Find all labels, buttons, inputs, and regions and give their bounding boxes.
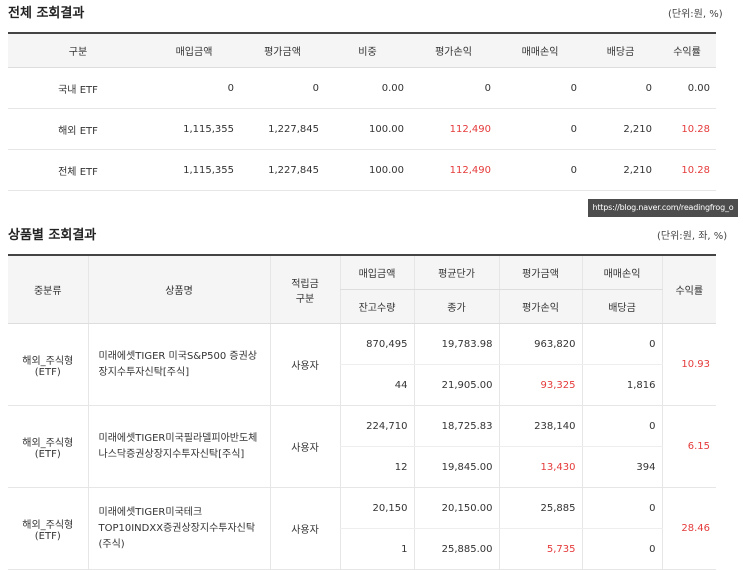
- return-rate: 10.28: [658, 108, 716, 150]
- detail-header-row: 중분류 상품명 적립금 구분 매입금액 평균단가 평가금액 매매손익 수익률: [8, 255, 716, 324]
- return-rate: 10.28: [658, 149, 716, 191]
- buy-amount: 224,710: [339, 405, 414, 447]
- row-label: 해외 ETF: [8, 108, 148, 150]
- header-buy-amount: 매입금액: [339, 255, 414, 290]
- eval-pl: 93,325: [498, 364, 582, 406]
- detail-title: 상품별 조회결과: [8, 228, 97, 243]
- weight: 100.00: [325, 108, 410, 150]
- table-row: 해외_주식형(ETF) 미래에셋TIGER미국필라델피아반도체나스닥증권상장지수…: [8, 405, 716, 488]
- trade-pl: 0: [581, 405, 662, 447]
- dividend: 2,210: [583, 149, 658, 191]
- close-price: 19,845.00: [413, 446, 499, 488]
- table-row: 국내 ETF 0 0 0.00 0 0 0 0.00: [8, 67, 716, 109]
- return-rate: 6.15: [661, 405, 716, 488]
- balance-qty: 12: [339, 446, 414, 488]
- eval-pl: 13,430: [498, 446, 582, 488]
- eval-amount: 238,140: [498, 405, 582, 447]
- buy-amount: 1,115,355: [148, 108, 240, 150]
- header-dividend: 배당금: [581, 289, 662, 324]
- summary-header: 비중: [325, 33, 410, 68]
- return-rate: 10.93: [661, 323, 716, 406]
- table-row: 해외 ETF 1,115,355 1,227,845 100.00 112,49…: [8, 108, 716, 150]
- avg-price: 19,783.98: [413, 323, 499, 365]
- table-row: 해외_주식형(ETF) 미래에셋TIGER 미국S&P500 증권상장지수투자신…: [8, 323, 716, 406]
- trade-pl: 0: [497, 149, 583, 191]
- category: 해외_주식형(ETF): [8, 487, 88, 570]
- dividend: 0: [583, 67, 658, 109]
- header-category: 중분류: [8, 255, 88, 324]
- dividend: 0: [581, 528, 662, 570]
- detail-unit: (단위:원, 좌, %): [657, 231, 728, 242]
- header-eval-amount: 평가금액: [498, 255, 582, 290]
- header-trade-pl: 매매손익: [581, 255, 662, 290]
- table-row: 전체 ETF 1,115,355 1,227,845 100.00 112,49…: [8, 149, 716, 191]
- eval-pl: 112,490: [410, 149, 497, 191]
- header-close-price: 종가: [413, 289, 499, 324]
- close-price: 25,885.00: [413, 528, 499, 570]
- category: 해외_주식형(ETF): [8, 405, 88, 488]
- dividend: 2,210: [583, 108, 658, 150]
- buy-amount: 1,115,355: [148, 149, 240, 191]
- eval-amount: 25,885: [498, 487, 582, 529]
- summary-header-row: 구분 매입금액 평가금액 비중 평가손익 매매손익 배당금 수익률: [8, 33, 716, 68]
- row-label: 전체 ETF: [8, 149, 148, 191]
- summary-header: 매입금액: [148, 33, 240, 68]
- summary-header: 구분: [8, 33, 148, 68]
- header-accum-type: 적립금 구분: [269, 255, 340, 324]
- buy-amount: 870,495: [339, 323, 414, 365]
- balance-qty: 1: [339, 528, 414, 570]
- header-avg-price: 평균단가: [413, 255, 499, 290]
- weight: 0.00: [325, 67, 410, 109]
- summary-header: 수익률: [658, 33, 716, 68]
- accum-type: 사용자: [269, 323, 340, 406]
- buy-amount: 20,150: [339, 487, 414, 529]
- header-return: 수익률: [661, 255, 716, 324]
- eval-amount: 1,227,845: [240, 149, 325, 191]
- category: 해외_주식형(ETF): [8, 323, 88, 406]
- accum-type: 사용자: [269, 405, 340, 488]
- detail-table: 중분류 상품명 적립금 구분 매입금액 평균단가 평가금액 매매손익 수익률 잔…: [8, 254, 716, 570]
- header-eval-pl: 평가손익: [498, 289, 582, 324]
- buy-amount: 0: [148, 67, 240, 109]
- return-rate: 0.00: [658, 67, 716, 109]
- eval-pl: 5,735: [498, 528, 582, 570]
- header-product: 상품명: [87, 255, 270, 324]
- return-rate: 28.46: [661, 487, 716, 570]
- weight: 100.00: [325, 149, 410, 191]
- header-balance-qty: 잔고수량: [339, 289, 414, 324]
- dividend: 1,816: [581, 364, 662, 406]
- product-name: 미래에셋TIGER 미국S&P500 증권상장지수투자신탁[주식]: [87, 323, 270, 406]
- summary-title: 전체 조회결과: [8, 6, 85, 21]
- summary-header: 매매손익: [497, 33, 583, 68]
- trade-pl: 0: [497, 108, 583, 150]
- eval-amount: 1,227,845: [240, 108, 325, 150]
- table-row: 해외_주식형(ETF) 미래에셋TIGER미국테크TOP10INDXX증권상장지…: [8, 487, 716, 570]
- eval-pl: 0: [410, 67, 497, 109]
- dividend: 394: [581, 446, 662, 488]
- close-price: 21,905.00: [413, 364, 499, 406]
- watermark-url: https://blog.naver.com/readingfrog_o: [588, 199, 738, 217]
- avg-price: 20,150.00: [413, 487, 499, 529]
- product-name: 미래에셋TIGER미국필라델피아반도체나스닥증권상장지수투자신탁[주식]: [87, 405, 270, 488]
- accum-type: 사용자: [269, 487, 340, 570]
- eval-amount: 0: [240, 67, 325, 109]
- row-label: 국내 ETF: [8, 67, 148, 109]
- balance-qty: 44: [339, 364, 414, 406]
- trade-pl: 0: [581, 323, 662, 365]
- summary-header: 배당금: [583, 33, 658, 68]
- product-name: 미래에셋TIGER미국테크TOP10INDXX증권상장지수투자신탁(주식): [87, 487, 270, 570]
- trade-pl: 0: [581, 487, 662, 529]
- summary-header: 평가손익: [410, 33, 497, 68]
- avg-price: 18,725.83: [413, 405, 499, 447]
- trade-pl: 0: [497, 67, 583, 109]
- summary-unit: (단위:원, %): [668, 9, 723, 20]
- eval-amount: 963,820: [498, 323, 582, 365]
- summary-header: 평가금액: [240, 33, 325, 68]
- eval-pl: 112,490: [410, 108, 497, 150]
- summary-table: 구분 매입금액 평가금액 비중 평가손익 매매손익 배당금 수익률 국내 ETF…: [8, 32, 716, 191]
